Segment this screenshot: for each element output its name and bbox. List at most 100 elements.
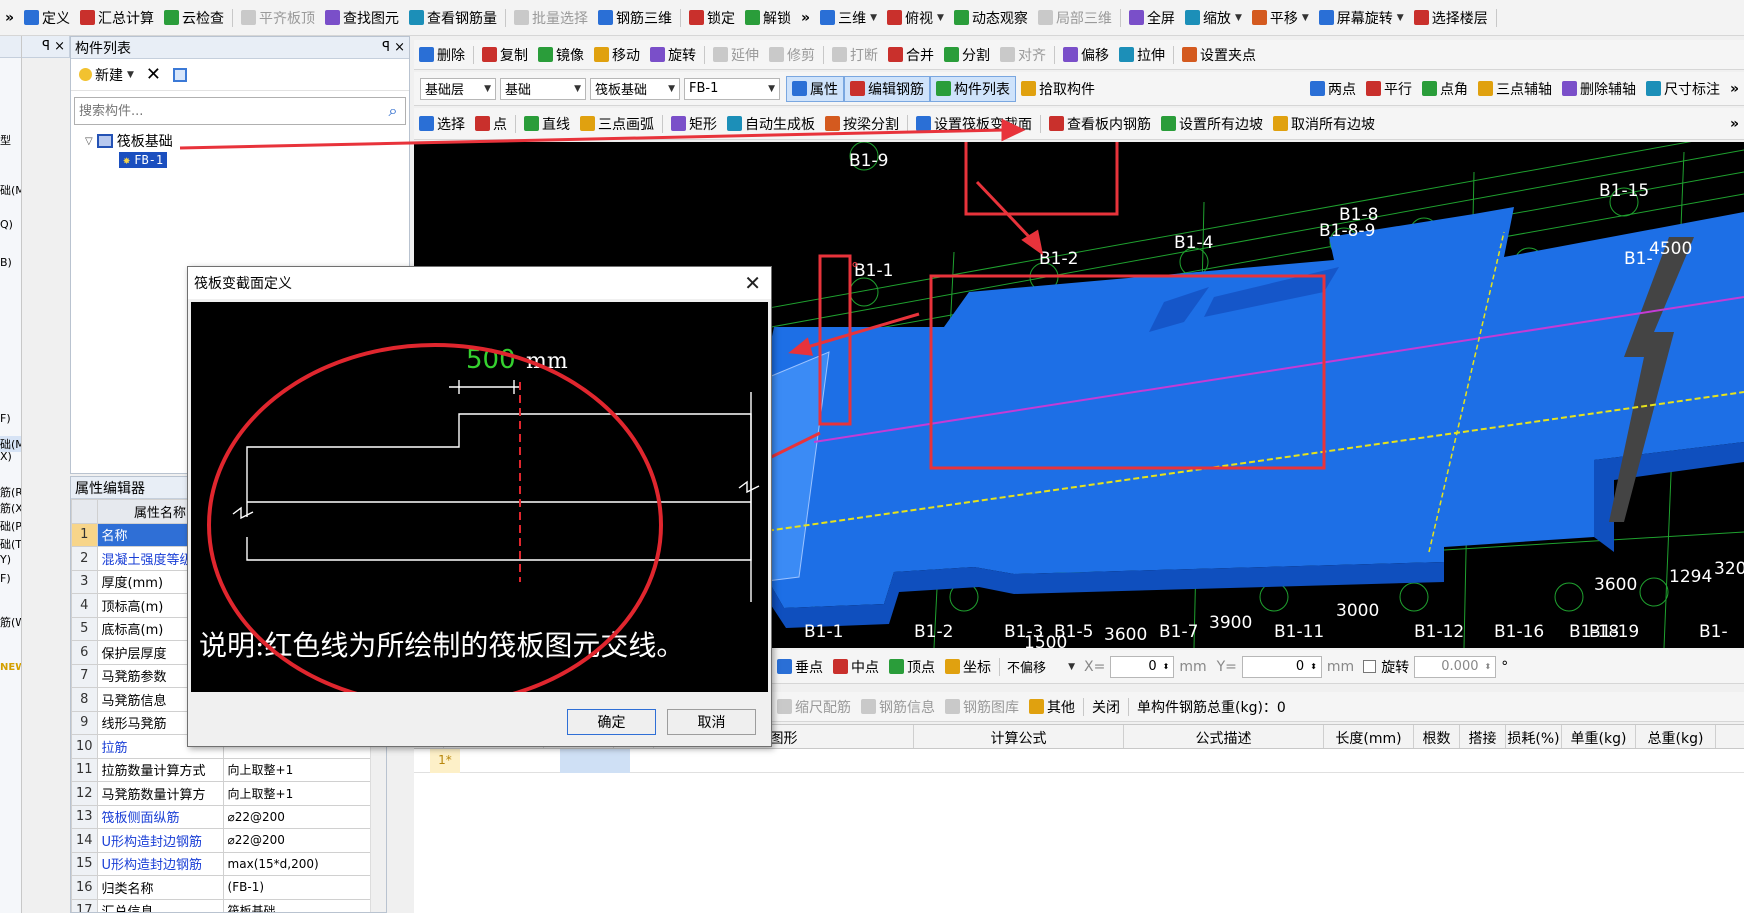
chevron-down-icon[interactable]: ▼ xyxy=(1235,13,1242,23)
toolbar1-item-4[interactable]: 查找图元 xyxy=(320,0,404,35)
axis-toolbar-item-2[interactable]: 点角 xyxy=(1417,72,1473,105)
property-value[interactable]: ⌀22@200 xyxy=(222,828,386,853)
draw-toolbar-item-3[interactable]: 三点画弧 xyxy=(575,108,659,139)
view-toolbar-item-0[interactable]: 三维 ▼ xyxy=(815,0,882,35)
property-row[interactable]: 17 汇总信息 筏板基础 xyxy=(71,898,386,912)
module-nav-item[interactable]: B) xyxy=(0,256,12,269)
delete-component-icon[interactable]: ✕ xyxy=(146,64,161,85)
edit-toolbar-item-4[interactable]: 旋转 xyxy=(645,40,701,69)
edit-toolbar-item-8[interactable]: 合并 xyxy=(883,40,939,69)
close-icon[interactable]: × xyxy=(394,40,405,55)
property-value[interactable]: 向上取整+1 xyxy=(222,757,386,782)
draw-toolbar-item-4[interactable]: 矩形 xyxy=(666,108,722,139)
toolbar1-item-3[interactable]: 平齐板顶 xyxy=(236,0,320,35)
axis-toolbar-item-4[interactable]: 删除辅轴 xyxy=(1557,72,1641,105)
draw-toolbar-item-10[interactable]: 取消所有边坡 xyxy=(1268,108,1380,139)
tree-root-node[interactable]: ▽ 筏板基础 xyxy=(85,131,409,151)
rebar-toolbar-item-4[interactable]: 关闭 xyxy=(1087,692,1125,721)
category-select[interactable]: 基础 ▼ xyxy=(500,77,586,100)
toolbar1-item-5[interactable]: 查看钢筋量 xyxy=(404,0,502,35)
snap-toolbar-item-2[interactable]: 顶点 xyxy=(884,650,940,683)
view-toolbar-item-4[interactable]: 全屏 xyxy=(1124,0,1180,35)
chevron-down-icon[interactable]: ▼ xyxy=(937,13,944,23)
dialog-cancel-button[interactable]: 取消 xyxy=(667,709,756,735)
chevron-down-icon[interactable]: ▼ xyxy=(1302,13,1309,23)
property-row[interactable]: 11 拉筋数量计算方式 向上取整+1 xyxy=(71,757,386,782)
toolbar1-item-8[interactable]: 锁定 xyxy=(684,0,740,35)
snap-toolbar-item-3[interactable]: 坐标 xyxy=(940,650,996,683)
y-input[interactable]: 0 ⬍ xyxy=(1241,655,1322,678)
view-toolbar-item-2[interactable]: 动态观察 xyxy=(949,0,1033,35)
module-nav-item[interactable]: 型 xyxy=(0,132,11,148)
toolbar1-item-0[interactable]: 定义 xyxy=(19,0,75,35)
module-nav-item[interactable]: 础(T) xyxy=(0,536,21,552)
axis-toolbar-item-3[interactable]: 三点辅轴 xyxy=(1473,72,1557,105)
module-nav-item[interactable]: X) xyxy=(0,450,12,463)
tree-child-node[interactable]: ✸ FB-1 xyxy=(85,151,409,169)
edit-toolbar-item-1[interactable]: 复制 xyxy=(477,40,533,69)
copy-component-icon[interactable] xyxy=(173,67,188,82)
edit-toolbar-item-11[interactable]: 偏移 xyxy=(1058,40,1114,69)
component-toolbar-item-1[interactable]: 编辑钢筋 xyxy=(844,75,930,102)
module-nav-item[interactable]: F) xyxy=(0,572,11,585)
draw-toolbar-item-2[interactable]: 直线 xyxy=(519,108,575,139)
module-nav-item[interactable]: F) xyxy=(0,412,11,425)
edit-toolbar-item-3[interactable]: 移动 xyxy=(589,40,645,69)
rebar-toolbar-item-0[interactable]: 缩尺配筋 xyxy=(772,692,856,721)
toolbar1-item-9[interactable]: 解锁 xyxy=(740,0,796,35)
edit-toolbar-item-12[interactable]: 拉伸 xyxy=(1114,40,1170,69)
edit-toolbar-item-9[interactable]: 分割 xyxy=(939,40,995,69)
property-row[interactable]: 13 筏板侧面纵筋 ⌀22@200 xyxy=(71,804,386,829)
edit-toolbar-item-7[interactable]: 打断 xyxy=(827,40,883,69)
property-value[interactable]: 向上取整+1 xyxy=(222,781,386,806)
module-nav-item[interactable]: 筋(W) xyxy=(0,614,21,630)
component-search-input[interactable] xyxy=(75,99,381,123)
toolbar1-item-7[interactable]: 钢筋三维 xyxy=(593,0,677,35)
chevron-down-icon[interactable]: ▼ xyxy=(870,13,877,23)
snap-toolbar-item-0[interactable]: 垂点 xyxy=(772,650,828,683)
pin-icon[interactable]: ꟼ xyxy=(382,40,390,55)
layer-select[interactable]: 基础层 ▼ xyxy=(420,77,496,100)
component-toolbar-item-3[interactable]: 拾取构件 xyxy=(1016,72,1100,105)
toolbar1-item-2[interactable]: 云检查 xyxy=(159,0,229,35)
dialog-ok-button[interactable]: 确定 xyxy=(567,709,656,735)
collapse-icon[interactable]: ▽ xyxy=(85,136,93,147)
edit-toolbar-item-6[interactable]: 修剪 xyxy=(764,40,820,69)
edit-toolbar-item-0[interactable]: 删除 xyxy=(414,40,470,69)
draw-toolbar-item-0[interactable]: 选择 xyxy=(414,108,470,139)
offset-mode-select[interactable]: 不偏移 ▼ xyxy=(1003,656,1079,678)
chevron-down-icon[interactable]: ▼ xyxy=(1397,13,1404,23)
x-input[interactable]: 0 ⬍ xyxy=(1110,655,1175,678)
rotate-input[interactable]: 0.000 ⬍ xyxy=(1414,655,1497,678)
rebar-toolbar-item-1[interactable]: 钢筋信息 xyxy=(856,692,940,721)
toolbar4-overflow[interactable]: » xyxy=(1725,108,1744,139)
snap-toolbar-item-1[interactable]: 中点 xyxy=(828,650,884,683)
component-toolbar-item-0[interactable]: 属性 xyxy=(786,75,844,102)
draw-toolbar-item-7[interactable]: 设置筏板变截面 xyxy=(911,108,1037,139)
property-row[interactable]: 15 U形构造封边钢筋 max(15*d,200) xyxy=(71,851,386,876)
toolbar3-overflow[interactable]: » xyxy=(1725,72,1744,105)
axis-toolbar-item-5[interactable]: 尺寸标注 xyxy=(1641,72,1725,105)
property-row[interactable]: 14 U形构造封边钢筋 ⌀22@200 xyxy=(71,828,386,853)
edit-toolbar-item-13[interactable]: 设置夹点 xyxy=(1177,40,1261,69)
toolbar-overflow-middle[interactable]: » xyxy=(796,0,815,35)
search-icon[interactable]: ⌕ xyxy=(381,101,405,121)
view-toolbar-item-6[interactable]: 平移 ▼ xyxy=(1247,0,1314,35)
view-toolbar-item-7[interactable]: 屏幕旋转 ▼ xyxy=(1314,0,1409,35)
edit-toolbar-item-5[interactable]: 延伸 xyxy=(708,40,764,69)
property-value[interactable]: ⌀22@200 xyxy=(222,804,386,829)
module-nav-item[interactable]: 筋(X) xyxy=(0,500,21,516)
type-select[interactable]: 筏板基础 ▼ xyxy=(590,77,680,100)
property-value[interactable]: max(15*d,200) xyxy=(222,851,386,876)
toolbar1-item-1[interactable]: 汇总计算 xyxy=(75,0,159,35)
draw-toolbar-item-5[interactable]: 自动生成板 xyxy=(722,108,820,139)
property-row[interactable]: 12 马凳筋数量计算方 向上取整+1 xyxy=(71,781,386,806)
rebar-grid-cell-selected[interactable] xyxy=(560,748,630,773)
axis-toolbar-item-0[interactable]: 两点 xyxy=(1305,72,1361,105)
draw-toolbar-item-1[interactable]: 点 xyxy=(470,108,512,139)
rebar-toolbar-item-3[interactable]: 其他 xyxy=(1024,692,1080,721)
rotate-checkbox[interactable] xyxy=(1363,660,1377,673)
view-toolbar-item-8[interactable]: 选择楼层 xyxy=(1409,0,1493,35)
property-value[interactable]: (FB-1) xyxy=(222,875,386,900)
module-nav-item[interactable]: 础(M) xyxy=(0,182,21,198)
